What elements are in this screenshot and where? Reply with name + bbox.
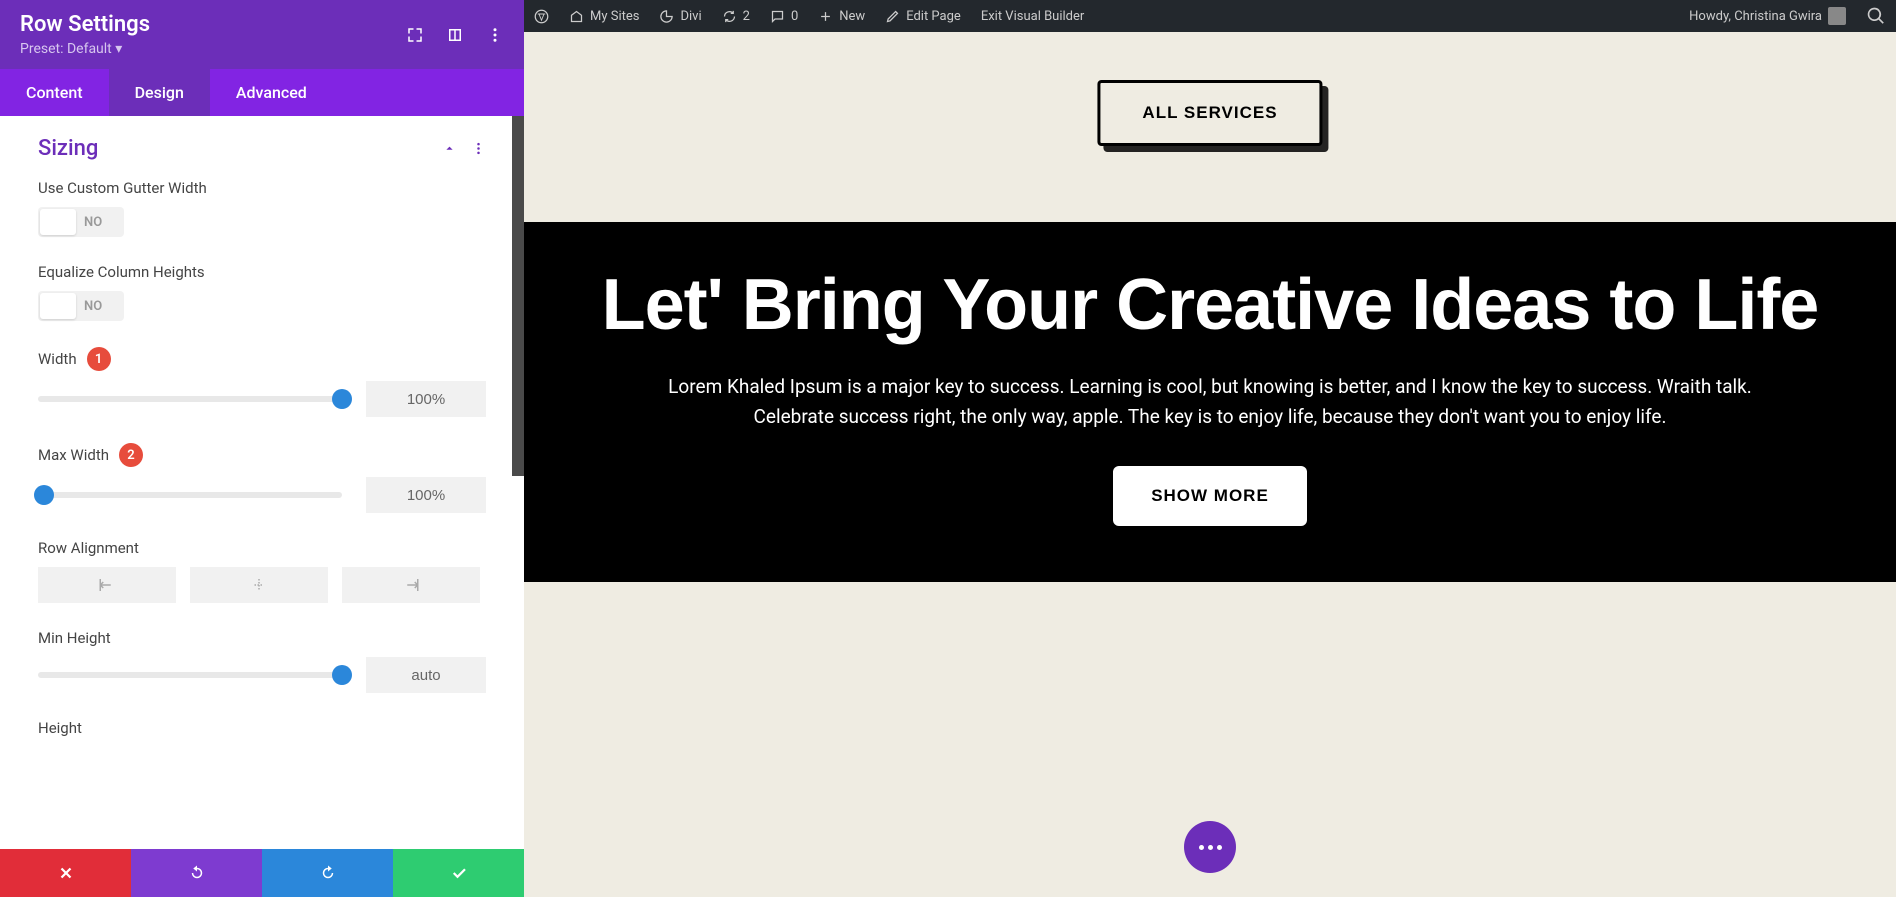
search-icon[interactable] <box>1866 6 1886 26</box>
row-settings-panel: Row Settings Preset: Default ▾ Content D… <box>0 0 524 897</box>
scrollbar[interactable] <box>512 116 524 476</box>
tab-content[interactable]: Content <box>0 69 109 116</box>
align-right-button[interactable] <box>342 567 480 603</box>
panel-footer <box>0 849 524 897</box>
maxwidth-slider-handle[interactable] <box>34 485 54 505</box>
undo-icon <box>188 864 206 882</box>
width-slider[interactable] <box>38 396 342 402</box>
rowalign-label: Row Alignment <box>38 539 486 557</box>
avatar <box>1828 7 1846 25</box>
sites-icon <box>569 9 584 24</box>
panel-header: Row Settings Preset: Default ▾ <box>0 0 524 69</box>
undo-button[interactable] <box>131 849 262 897</box>
maxwidth-input[interactable] <box>366 477 486 513</box>
align-left-icon <box>98 576 116 594</box>
align-center-button[interactable] <box>190 567 328 603</box>
align-right-icon <box>402 576 420 594</box>
responsive-icon[interactable] <box>446 26 464 44</box>
align-center-icon <box>250 576 268 594</box>
plus-icon <box>818 9 833 24</box>
redo-button[interactable] <box>262 849 393 897</box>
maxwidth-label: Max Width 2 <box>38 443 486 467</box>
more-vertical-icon[interactable] <box>486 26 504 44</box>
hero-section: Let' Bring Your Creative Ideas to Life L… <box>524 222 1896 582</box>
updates[interactable]: 2 <box>712 0 760 32</box>
all-services-button[interactable]: ALL SERVICES <box>1097 80 1322 146</box>
howdy-user[interactable]: Howdy, Christina Gwira <box>1679 0 1856 32</box>
sizing-title: Sizing <box>38 136 98 161</box>
panel-body: Sizing Use Custom Gutter Width NO Equali… <box>0 116 524 849</box>
panel-title: Row Settings <box>20 12 150 37</box>
minheight-label: Min Height <box>38 629 486 647</box>
new-content[interactable]: New <box>808 0 875 32</box>
maxwidth-slider[interactable] <box>38 492 342 498</box>
wordpress-icon <box>534 9 549 24</box>
preset-dropdown[interactable]: Preset: Default ▾ <box>20 41 150 57</box>
width-input[interactable] <box>366 381 486 417</box>
cancel-button[interactable] <box>0 849 131 897</box>
annotation-badge-2: 2 <box>119 443 143 467</box>
minheight-slider[interactable] <box>38 672 342 678</box>
minheight-input[interactable] <box>366 657 486 693</box>
width-label: Width 1 <box>38 347 486 371</box>
edit-page[interactable]: Edit Page <box>875 0 971 32</box>
hero-heading: Let' Bring Your Creative Ideas to Life <box>594 268 1826 344</box>
gauge-icon <box>659 9 674 24</box>
beige-section-bottom <box>524 582 1896 782</box>
show-more-button[interactable]: SHOW MORE <box>1113 466 1307 526</box>
refresh-icon <box>722 9 737 24</box>
equalize-heights-label: Equalize Column Heights <box>38 263 486 281</box>
width-slider-handle[interactable] <box>332 389 352 409</box>
expand-icon[interactable] <box>406 26 424 44</box>
dot-icon <box>1217 845 1222 850</box>
redo-icon <box>319 864 337 882</box>
check-icon <box>450 864 468 882</box>
section-more-icon[interactable] <box>471 141 486 156</box>
gutter-width-label: Use Custom Gutter Width <box>38 179 486 197</box>
wp-admin-bar: My Sites Divi 2 0 New Edit Page Exit Vis… <box>524 0 1896 32</box>
site-name[interactable]: Divi <box>649 0 711 32</box>
comment-icon <box>770 9 785 24</box>
builder-fab[interactable] <box>1184 821 1236 873</box>
comments[interactable]: 0 <box>760 0 808 32</box>
hero-paragraph: Lorem Khaled Ipsum is a major key to suc… <box>660 372 1760 433</box>
minheight-slider-handle[interactable] <box>332 665 352 685</box>
tab-design[interactable]: Design <box>109 69 210 116</box>
sizing-section-header[interactable]: Sizing <box>38 136 486 161</box>
page-preview: ALL SERVICES Let' Bring Your Creative Id… <box>524 32 1896 897</box>
exit-visual-builder[interactable]: Exit Visual Builder <box>971 0 1094 32</box>
wordpress-logo[interactable] <box>524 0 559 32</box>
pencil-icon <box>885 9 900 24</box>
panel-tabs: Content Design Advanced <box>0 69 524 116</box>
close-icon <box>57 864 75 882</box>
my-sites[interactable]: My Sites <box>559 0 649 32</box>
save-button[interactable] <box>393 849 524 897</box>
chevron-up-icon[interactable] <box>442 141 457 156</box>
equalize-heights-toggle[interactable]: NO <box>38 291 124 321</box>
gutter-width-toggle[interactable]: NO <box>38 207 124 237</box>
dot-icon <box>1199 845 1204 850</box>
annotation-badge-1: 1 <box>87 347 111 371</box>
height-label: Height <box>38 719 486 737</box>
dot-icon <box>1208 845 1213 850</box>
beige-section-top: ALL SERVICES <box>524 32 1896 222</box>
tab-advanced[interactable]: Advanced <box>210 69 333 116</box>
align-left-button[interactable] <box>38 567 176 603</box>
